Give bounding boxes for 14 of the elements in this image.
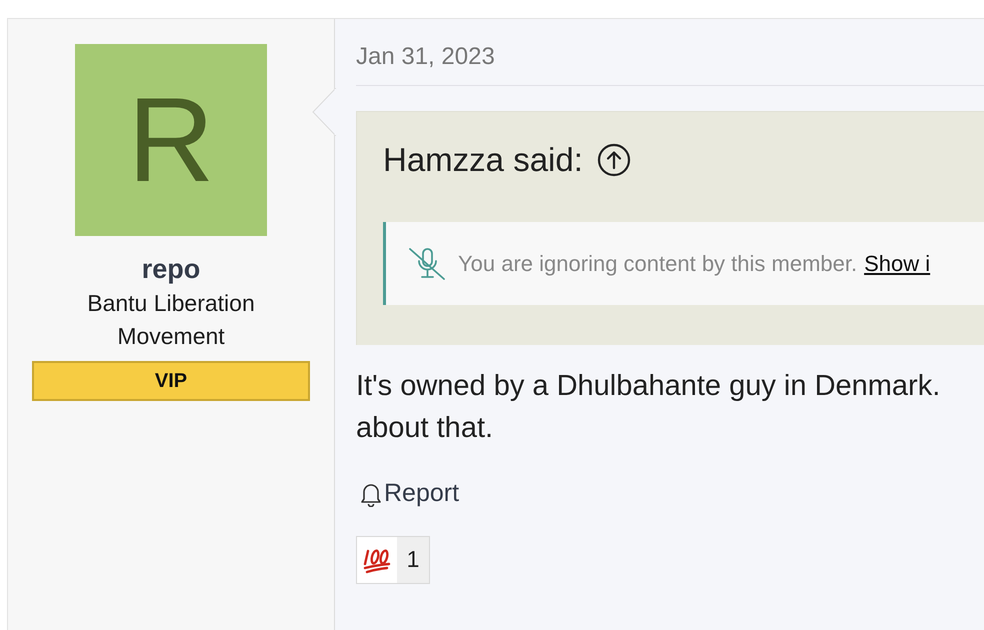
user-title: Bantu Liberation Movement — [86, 289, 256, 351]
post-text: It's owned by a Dhulbahante guy in Denmark. — [356, 369, 942, 404]
user-badge: VIP — [32, 361, 310, 401]
post-text: about that. — [356, 411, 494, 446]
avatar: R — [75, 44, 267, 236]
muted-microphone-icon — [408, 246, 448, 280]
ignored-text: You are ignoring content by this member. — [458, 250, 858, 276]
reaction-button[interactable]: 1 — [356, 536, 430, 584]
quote-author: Hamzza said: — [383, 141, 583, 179]
arrow-up-circle-icon[interactable] — [596, 143, 631, 177]
show-ignored-link[interactable]: Show i — [864, 250, 930, 276]
report-link[interactable]: Report — [356, 479, 460, 508]
username-link[interactable]: repo — [142, 254, 200, 285]
post-date[interactable]: Jan 31, 2023 — [356, 43, 984, 71]
